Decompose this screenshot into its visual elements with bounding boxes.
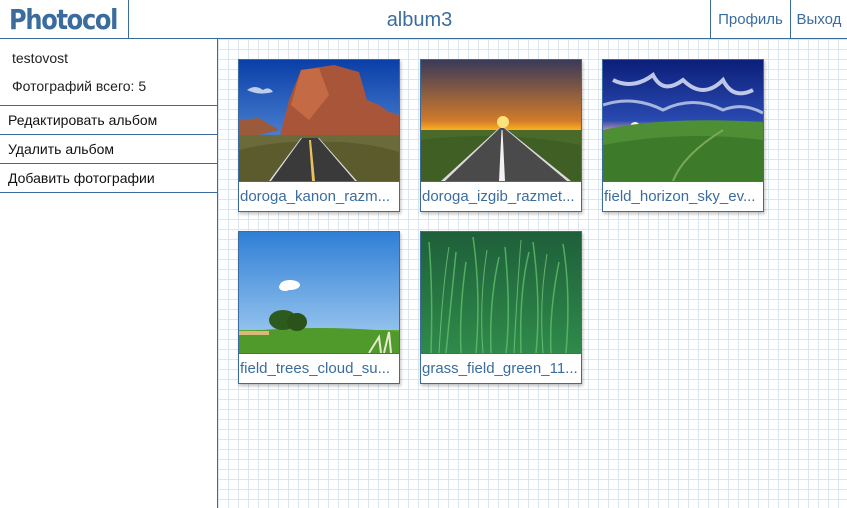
- photo-gallery: doroga_kanon_razm... doroga_izgib_razmet…: [218, 39, 847, 508]
- photo-caption[interactable]: doroga_kanon_razm...: [239, 182, 399, 211]
- photo-card[interactable]: doroga_izgib_razmet...: [420, 59, 582, 212]
- photo-thumbnail[interactable]: [239, 232, 399, 354]
- photo-caption[interactable]: grass_field_green_11...: [421, 354, 581, 383]
- app-logo[interactable]: Photocol: [0, 0, 129, 39]
- logout-link[interactable]: Выход: [790, 0, 847, 39]
- album-menu: Редактировать альбом Удалить альбом Доба…: [0, 105, 217, 193]
- username: testovost: [12, 50, 69, 66]
- photo-card[interactable]: doroga_kanon_razm...: [238, 59, 400, 212]
- app-logo-text[interactable]: Photocol: [9, 0, 118, 39]
- album-title: album3: [386, 9, 453, 31]
- photo-thumbnail[interactable]: [239, 60, 399, 182]
- top-header: Photocol album3 Профиль Выход: [0, 0, 847, 39]
- photo-thumbnail[interactable]: [603, 60, 763, 182]
- profile-link[interactable]: Профиль: [710, 0, 790, 39]
- photo-card[interactable]: grass_field_green_11...: [420, 231, 582, 384]
- photo-thumbnail[interactable]: [421, 60, 581, 182]
- photo-card[interactable]: field_horizon_sky_ev...: [602, 59, 764, 212]
- photo-count: Фотографий всего: 5: [12, 78, 147, 94]
- photo-caption[interactable]: doroga_izgib_razmet...: [421, 182, 581, 211]
- photo-caption[interactable]: field_horizon_sky_ev...: [603, 182, 763, 211]
- sidebar: testovost Фотографий всего: 5 Редактиров…: [0, 39, 218, 508]
- edit-album-button[interactable]: Редактировать альбом: [0, 106, 217, 135]
- delete-album-button[interactable]: Удалить альбом: [0, 135, 217, 164]
- photo-thumbnail[interactable]: [421, 232, 581, 354]
- photo-caption[interactable]: field_trees_cloud_su...: [239, 354, 399, 383]
- add-photos-button[interactable]: Добавить фотографии: [0, 164, 217, 193]
- photo-card[interactable]: field_trees_cloud_su...: [238, 231, 400, 384]
